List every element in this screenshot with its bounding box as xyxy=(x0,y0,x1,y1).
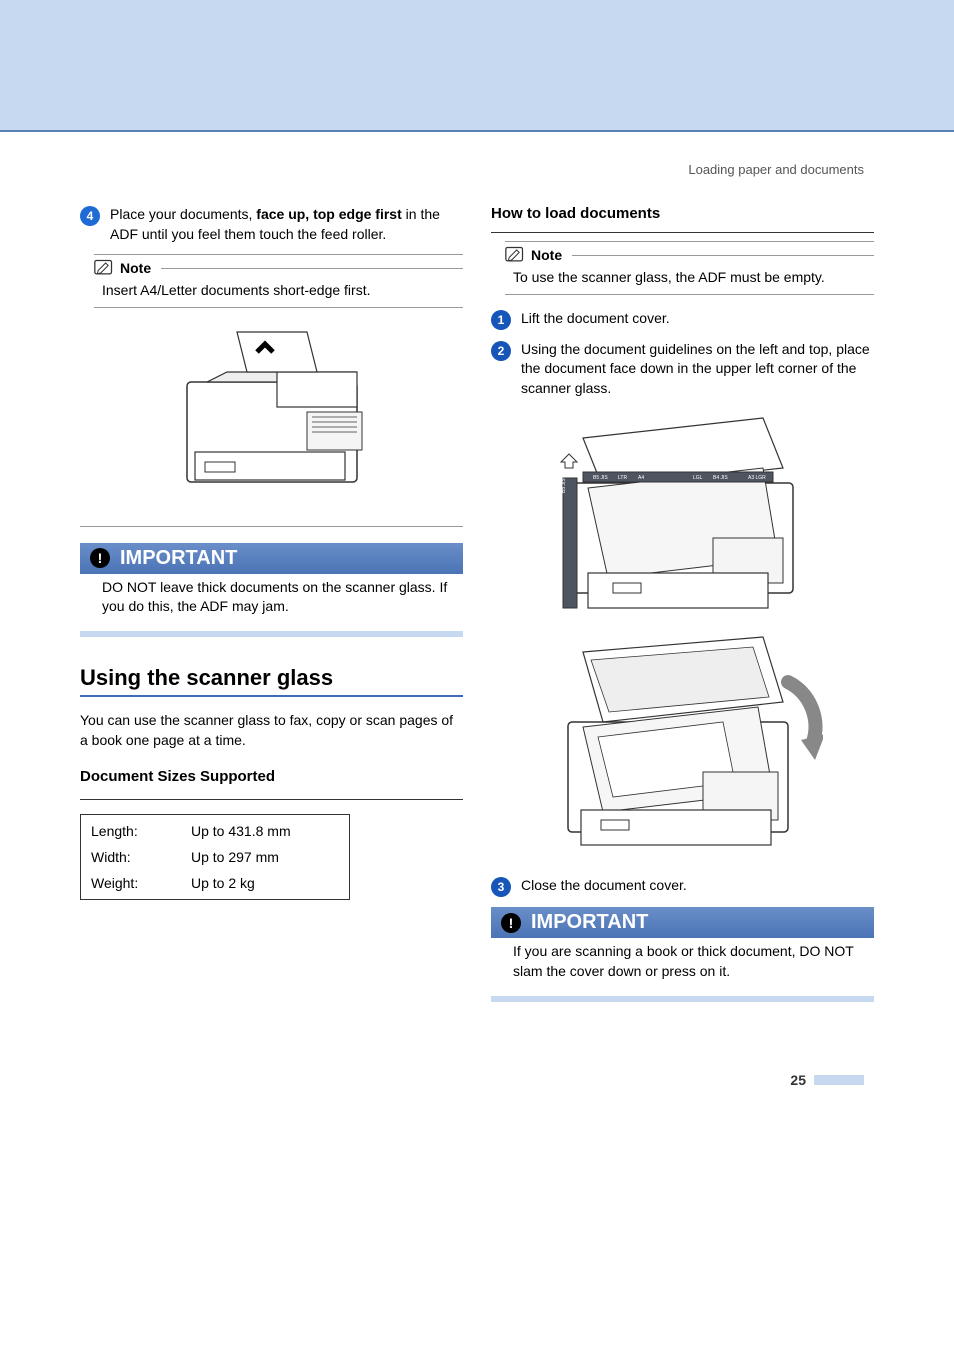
pencil-icon xyxy=(505,246,525,264)
adf-illustration xyxy=(80,322,463,512)
step-3: 3 Close the document cover. xyxy=(491,876,874,897)
important-body-1: DO NOT leave thick documents on the scan… xyxy=(80,574,463,627)
breadcrumb: Loading paper and documents xyxy=(80,162,874,177)
section-body: You can use the scanner glass to fax, co… xyxy=(80,711,463,750)
spec-weight-label: Weight: xyxy=(91,875,191,891)
spec-length-val: Up to 431.8 mm xyxy=(191,823,339,839)
step-number-icon: 4 xyxy=(80,206,100,226)
subsection-heading: Document Sizes Supported xyxy=(80,768,463,785)
important-box-1: ! IMPORTANT DO NOT leave thick documents… xyxy=(80,543,463,637)
left-column: 4 Place your documents, face up, top edg… xyxy=(80,205,463,1002)
section-heading: Using the scanner glass xyxy=(80,665,463,691)
svg-text:A4: A4 xyxy=(638,475,644,481)
svg-text:B5 JIS: B5 JIS xyxy=(593,475,608,481)
note-body-2: To use the scanner glass, the ADF must b… xyxy=(513,268,874,288)
top-banner xyxy=(0,0,954,132)
pencil-icon xyxy=(94,259,114,277)
spec-width-label: Width: xyxy=(91,849,191,865)
step-1-text: Lift the document cover. xyxy=(521,309,670,329)
how-to-heading: How to load documents xyxy=(491,205,874,222)
step-4-text: Place your documents, face up, top edge … xyxy=(110,205,463,244)
step-4: 4 Place your documents, face up, top edg… xyxy=(80,205,463,244)
step-1: 1 Lift the document cover. xyxy=(491,309,874,330)
spec-weight-val: Up to 2 kg xyxy=(191,875,339,891)
spec-table: Length: Up to 431.8 mm Width: Up to 297 … xyxy=(80,814,350,900)
step-number-icon: 2 xyxy=(491,341,511,361)
step-2-text: Using the document guidelines on the lef… xyxy=(521,340,874,399)
svg-text:A3 LGR: A3 LGR xyxy=(748,475,766,481)
note-body-1: Insert A4/Letter documents short-edge fi… xyxy=(102,281,463,301)
svg-text:LTR: LTR xyxy=(618,475,627,481)
page-number: 25 xyxy=(790,1072,806,1088)
important-label: IMPORTANT xyxy=(120,547,237,570)
step-2: 2 Using the document guidelines on the l… xyxy=(491,340,874,399)
glass-top-illustration: B5 JIS B5 JIS LTR A4 LGL B4 JIS A3 LGR xyxy=(491,408,874,618)
page-footer: 25 xyxy=(0,1042,954,1128)
important-label: IMPORTANT xyxy=(531,911,648,934)
page-content: 2 Loading paper and documents 4 Place yo… xyxy=(0,132,954,1042)
footer-bar-icon xyxy=(814,1075,864,1085)
svg-text:LGL: LGL xyxy=(693,475,703,481)
svg-text:B5 JIS: B5 JIS xyxy=(561,478,567,493)
step-number-icon: 1 xyxy=(491,310,511,330)
step-3-text: Close the document cover. xyxy=(521,876,687,896)
note-block-2: Note To use the scanner glass, the ADF m… xyxy=(491,241,874,295)
important-body-2: If you are scanning a book or thick docu… xyxy=(491,938,874,991)
svg-text:B4 JIS: B4 JIS xyxy=(713,475,728,481)
step-number-icon: 3 xyxy=(491,877,511,897)
spec-width-val: Up to 297 mm xyxy=(191,849,339,865)
exclamation-icon: ! xyxy=(501,913,521,933)
spec-length-label: Length: xyxy=(91,823,191,839)
right-column: How to load documents Note To use the sc… xyxy=(491,205,874,1002)
note-label: Note xyxy=(120,260,151,276)
note-label: Note xyxy=(531,247,562,263)
note-block-1: Note Insert A4/Letter documents short-ed… xyxy=(80,254,463,308)
glass-close-illustration xyxy=(491,632,874,862)
important-box-2: ! IMPORTANT If you are scanning a book o… xyxy=(491,907,874,1001)
exclamation-icon: ! xyxy=(90,548,110,568)
